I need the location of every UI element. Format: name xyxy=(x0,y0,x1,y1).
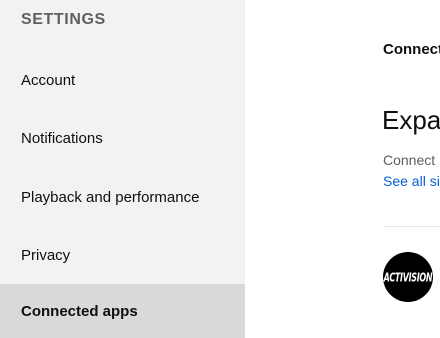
sidebar-item-account[interactable]: Account xyxy=(0,53,245,107)
settings-sidebar: SETTINGS Account Notifications Playback … xyxy=(0,0,245,338)
main-content: Connect Expar Connect See all si ACTIVIS… xyxy=(245,0,440,338)
section-heading: Expar xyxy=(382,105,440,135)
sidebar-title: SETTINGS xyxy=(21,11,106,28)
sidebar-item-notifications[interactable]: Notifications xyxy=(0,111,245,165)
page-title: Connect xyxy=(383,41,440,58)
settings-page: SETTINGS Account Notifications Playback … xyxy=(0,0,440,338)
sidebar-item-playback-and-performance[interactable]: Playback and performance xyxy=(0,170,245,224)
divider xyxy=(383,226,440,227)
see-all-link[interactable]: See all si xyxy=(383,173,440,189)
app-logo-text: ACTIVISION xyxy=(383,270,433,284)
sidebar-item-connected-apps[interactable]: Connected apps xyxy=(0,284,245,338)
activision-logo-icon[interactable]: ACTIVISION xyxy=(383,252,433,302)
section-description: Connect xyxy=(383,152,436,168)
sidebar-item-privacy[interactable]: Privacy xyxy=(0,228,245,282)
